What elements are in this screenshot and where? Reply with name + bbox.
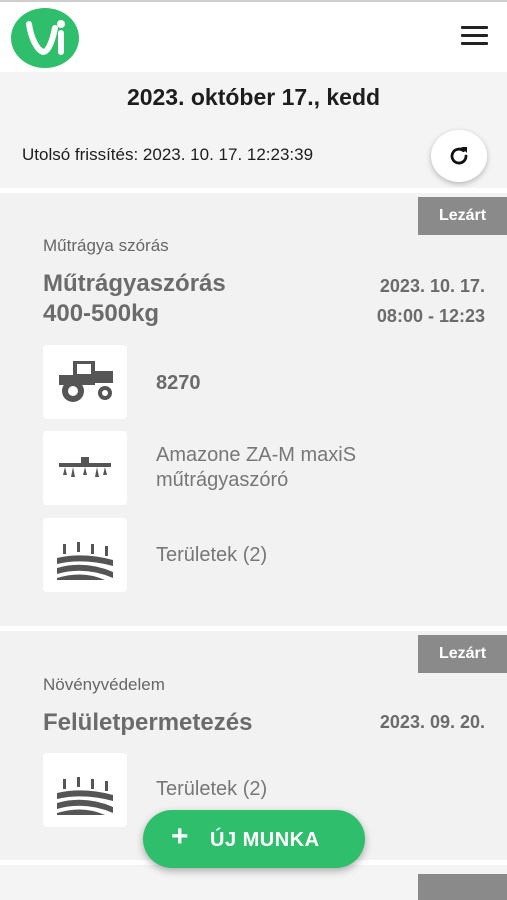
spreader-icon: [59, 457, 111, 477]
status-badge: Lezárt: [418, 197, 507, 235]
page-date-title: 2023. október 17., kedd: [126, 84, 381, 110]
job-date: 2023. 10. 17. 08:00 - 12:23: [377, 271, 485, 331]
top-app-bar: [0, 0, 507, 72]
implement-name-line: műtrágyaszóró: [156, 469, 289, 491]
machine-name: 8270: [156, 372, 201, 394]
refresh-button[interactable]: [431, 130, 487, 182]
job-date-value: 2023. 10. 17.: [379, 276, 485, 296]
implement-name: Amazone ZA-M maxiS műtrágyaszóró: [156, 443, 356, 493]
fields-count[interactable]: Területek (2): [156, 777, 267, 802]
app-logo[interactable]: [11, 8, 79, 68]
vi-logo-icon: [26, 20, 65, 56]
job-category: Növényvédelem: [43, 675, 165, 694]
fields-count[interactable]: Területek (2): [156, 543, 267, 568]
plus-icon: +: [171, 820, 189, 853]
fields-tile: [43, 753, 127, 827]
last-refresh-text: Utolsó frissítés: 2023. 10. 17. 12:23:39: [22, 145, 314, 164]
hamburger-menu-icon[interactable]: [461, 26, 489, 48]
field-icon: [57, 777, 113, 815]
implement-tile: [43, 431, 127, 505]
job-date-value: 2023. 09. 20.: [379, 712, 485, 732]
machine-tile: [43, 345, 127, 419]
job-category: Műtrágya szórás: [43, 236, 169, 255]
job-date: 2023. 09. 20.: [380, 707, 485, 737]
new-job-label: ÚJ MUNKA: [210, 829, 320, 851]
status-badge-partial: [418, 874, 507, 900]
job-title-line: Felületpermetezés: [43, 709, 253, 736]
field-icon: [57, 542, 113, 580]
fields-tile: [43, 518, 127, 592]
refresh-icon: [450, 147, 468, 165]
job-title: Műtrágyaszórás 400-500kg: [43, 269, 226, 329]
job-title-line: 400-500kg: [43, 300, 160, 327]
job-card[interactable]: Lezárt Műtrágya szórás Műtrágyaszórás 40…: [0, 188, 507, 628]
tractor-icon: [59, 361, 113, 402]
implement-name-line: Amazone ZA-M maxiS: [156, 444, 357, 466]
status-badge: Lezárt: [418, 635, 507, 673]
job-title-line: Műtrágyaszórás: [43, 270, 226, 297]
new-job-button[interactable]: + ÚJ MUNKA: [143, 810, 365, 868]
job-time-range: 08:00 - 12:23: [376, 306, 485, 326]
job-title: Felületpermetezés: [43, 708, 252, 738]
